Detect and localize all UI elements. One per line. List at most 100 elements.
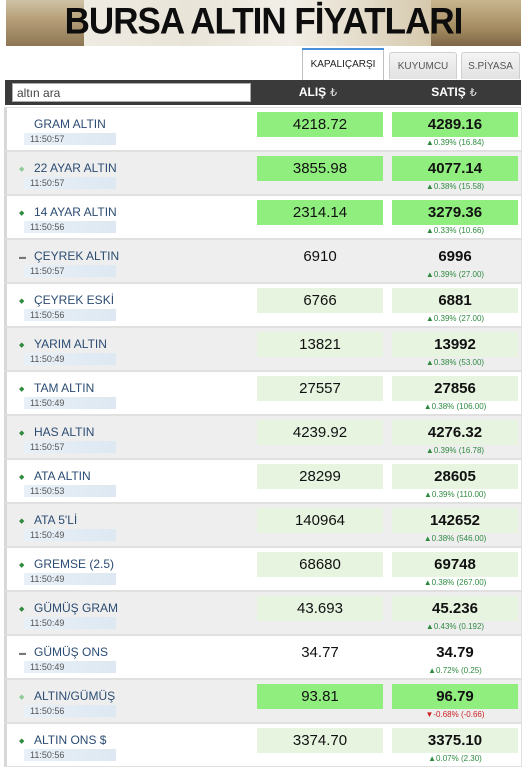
table-row[interactable]: HAS ALTIN 11:50:57 4239.92 4276.32▲0.39% (1…: [4, 415, 522, 459]
update-time: 11:50:56: [24, 221, 116, 233]
alis-price: 4218.72: [257, 112, 383, 137]
table-row[interactable]: ÇEYREK ESKİ 11:50:56 6766 6881▲0.39% (27.00…: [4, 283, 522, 327]
update-time: 11:50:56: [24, 705, 116, 717]
update-time: 11:50:49: [24, 353, 116, 365]
table-row[interactable]: YARIM ALTIN 11:50:49 13821 13992▲0.38% (53.…: [4, 327, 522, 371]
price-table: GRAM ALTIN 11:50:57 4218.72 4289.16 ▲0.39% (…: [4, 107, 522, 767]
change-indicator: ▲0.38% (106.00): [423, 402, 487, 411]
alis-price: 68680: [257, 552, 383, 577]
update-time: 11:50:56: [24, 749, 116, 761]
satis-price: 4077.14: [392, 156, 518, 181]
tab-kuyumcu[interactable]: KUYUMCU: [389, 52, 457, 79]
up-trend-icon: [19, 518, 24, 526]
item-name[interactable]: ÇEYREK ALTIN: [34, 249, 119, 263]
up-trend-icon: [19, 606, 24, 614]
alis-price: 27557: [257, 376, 383, 401]
update-time: 11:50:53: [24, 485, 116, 497]
item-name[interactable]: HAS ALTIN: [34, 425, 94, 439]
table-row[interactable]: GÜMÜŞ ONS 11:50:49 34.77 34.79 ▲0.72% (0.25): [4, 635, 522, 679]
item-name[interactable]: ÇEYREK ESKİ: [34, 293, 114, 307]
satis-price: 27856: [392, 376, 518, 401]
item-name[interactable]: 14 AYAR ALTIN: [34, 205, 117, 219]
satis-price: 13992: [392, 332, 518, 357]
change-indicator: ▲0.39% (110.00): [423, 490, 487, 499]
market-tabs: KAPALIÇARŞI KUYUMCU S.PİYASA: [0, 47, 527, 80]
satis-price: 4289.16: [392, 112, 518, 137]
table-row[interactable]: ATA 5'Lİ 11:50:49 140964 142652▲0.38% (546.…: [4, 503, 522, 547]
satis-price: 3375.10: [392, 728, 518, 753]
alis-price: 6766: [257, 288, 383, 313]
update-time: 11:50:49: [24, 397, 116, 409]
item-name[interactable]: 22 AYAR ALTIN: [34, 161, 117, 175]
column-header-satis-label: SATIŞ: [431, 85, 466, 99]
satis-price: 3279.36: [392, 200, 518, 225]
update-time: 11:50:56: [24, 309, 116, 321]
table-row[interactable]: 14 AYAR ALTIN 11:50:56 2314.14 3279.36▲0.33…: [4, 195, 522, 239]
item-name[interactable]: GÜMÜŞ ONS: [34, 645, 108, 659]
up-trend-icon: [19, 694, 24, 702]
column-header-alis-label: ALIŞ: [298, 85, 327, 99]
tab-serbest-piyasa[interactable]: S.PİYASA: [461, 52, 520, 79]
item-name[interactable]: GREMSE (2.5): [34, 557, 114, 571]
up-trend-icon: [19, 210, 24, 218]
alis-price: 34.77: [301, 644, 339, 661]
change-indicator: ▲0.43% (0.192): [425, 622, 485, 631]
update-time: 11:50:57: [24, 133, 116, 145]
change-indicator: ▲0.33% (10.66): [425, 226, 485, 235]
alis-price: 3855.98: [257, 156, 383, 181]
table-row[interactable]: GÜMÜŞ GRAM 11:50:49 43.693 45.236▲0.43% (0.…: [4, 591, 522, 635]
table-row[interactable]: ALTIN ONS $ 11:50:56 3374.70 3375.10▲0.07% …: [4, 723, 522, 767]
table-row[interactable]: TAM ALTIN 11:50:49 27557 27856▲0.38% (106.0…: [4, 371, 522, 415]
satis-price: 4276.32: [392, 420, 518, 445]
change-indicator: ▲0.39% (16.84): [425, 138, 485, 147]
update-time: 11:50:49: [24, 617, 116, 629]
change-indicator: ▲0.38% (546.00): [423, 534, 487, 543]
item-name[interactable]: ATA ALTIN: [34, 469, 91, 483]
alis-price: 140964: [257, 508, 383, 533]
alis-price: 43.693: [257, 596, 383, 621]
item-name[interactable]: YARIM ALTIN: [34, 337, 107, 351]
change-indicator: ▲0.39% (27.00): [425, 314, 485, 323]
item-name[interactable]: GÜMÜŞ GRAM: [34, 601, 118, 615]
update-time: 11:50:57: [24, 441, 116, 453]
table-row[interactable]: GRAM ALTIN 11:50:57 4218.72 4289.16 ▲0.39% (…: [4, 107, 522, 151]
change-indicator: ▲0.72% (0.25): [428, 666, 482, 675]
item-name[interactable]: ALTIN/GÜMÜŞ: [34, 689, 115, 703]
up-trend-icon: [19, 430, 24, 438]
change-indicator: ▲0.38% (267.00): [423, 578, 487, 587]
up-trend-icon: [19, 562, 24, 570]
table-row[interactable]: ÇEYREK ALTIN 11:50:57 6910 6996 ▲0.39% (27.0…: [4, 239, 522, 283]
table-row[interactable]: GREMSE (2.5) 11:50:49 68680 69748▲0.38% (26…: [4, 547, 522, 591]
item-name[interactable]: ATA 5'Lİ: [34, 513, 77, 527]
update-time: 11:50:57: [24, 177, 116, 189]
lira-icon: ₺: [330, 87, 338, 99]
change-indicator: ▲0.39% (16.78): [425, 446, 485, 455]
item-name[interactable]: TAM ALTIN: [34, 381, 94, 395]
table-row[interactable]: 22 AYAR ALTIN 11:50:57 3855.98 4077.14▲0.38…: [4, 151, 522, 195]
satis-price: 69748: [392, 552, 518, 577]
item-name[interactable]: ALTIN ONS $: [34, 733, 106, 747]
satis-price: 6996: [438, 248, 472, 265]
satis-price: 6881: [392, 288, 518, 313]
alis-price: 2314.14: [257, 200, 383, 225]
update-time: 11:50:49: [24, 529, 116, 541]
satis-price: 28605: [392, 464, 518, 489]
column-header-satis[interactable]: SATIŞ ₺: [389, 80, 519, 105]
update-time: 11:50:57: [24, 265, 116, 277]
alis-price: 6910: [303, 248, 337, 265]
alis-price: 93.81: [257, 684, 383, 709]
satis-price: 142652: [392, 508, 518, 533]
tab-kapalicarsi[interactable]: KAPALIÇARŞI: [302, 48, 384, 80]
item-name[interactable]: GRAM ALTIN: [34, 117, 106, 131]
up-trend-icon: [19, 386, 24, 394]
search-input[interactable]: [12, 83, 251, 102]
flat-trend-icon: [19, 254, 26, 262]
column-header-alis[interactable]: ALIŞ ₺: [254, 80, 382, 105]
satis-price: 45.236: [392, 596, 518, 621]
table-row[interactable]: ALTIN/GÜMÜŞ 11:50:56 93.81 96.79▼-0.68% (-0…: [4, 679, 522, 723]
flat-trend-icon: [19, 650, 26, 658]
alis-price: 13821: [257, 332, 383, 357]
table-row[interactable]: ATA ALTIN 11:50:53 28299 28605▲0.39% (110.0…: [4, 459, 522, 503]
change-indicator: ▼-0.68% (-0.66): [425, 710, 485, 719]
alis-price: 28299: [257, 464, 383, 489]
